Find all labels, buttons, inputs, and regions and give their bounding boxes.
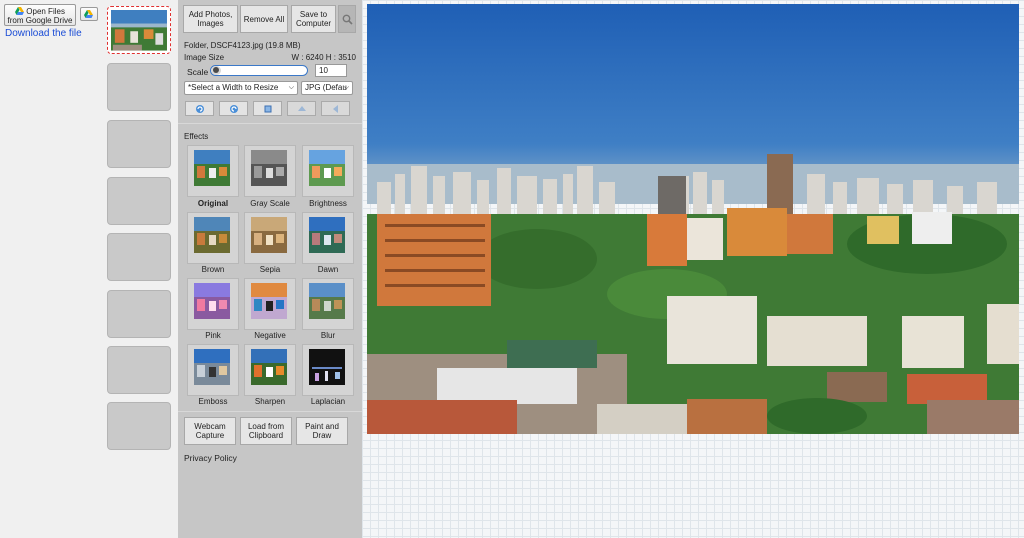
file-info: Folder, DSCF4123.jpg (19.8 MB) [184,41,301,50]
effect-pink[interactable] [187,278,239,330]
effect-label-pink: Pink [205,331,221,340]
effect-brightness[interactable] [302,145,354,197]
image-size-label: Image Size [184,53,225,62]
effect-preview-laplacian [309,349,345,385]
chevron-down-icon: ⌵ [288,84,294,91]
save-to-computer-button[interactable]: Save to Computer [291,5,336,33]
effect-label-brown: Brown [201,265,225,274]
privacy-policy-link[interactable]: Privacy Policy [184,453,237,463]
effects-title: Effects [184,132,209,141]
thumbnail-list [104,0,178,538]
flip-vertical-button[interactable] [287,101,316,116]
effect-brown[interactable] [187,212,239,264]
rotate-left-icon [229,104,238,113]
effect-label-original: Original [197,199,229,208]
crop-icon [264,105,271,112]
effect-emboss[interactable] [187,344,239,396]
image-canvas[interactable] [362,0,1024,538]
scale-label: Scale [187,67,209,77]
rotate-right-button[interactable] [185,101,214,116]
effect-blur[interactable] [302,278,354,330]
flip-horizontal-button[interactable] [321,101,350,116]
effect-label-negative: Negative [254,331,286,340]
effect-preview-sharpen [251,349,287,385]
chevron-down-icon: ⌵ [343,84,349,91]
effect-preview-sepia [251,217,287,253]
effect-label-emboss: Emboss [198,397,228,406]
load-from-clipboard-button[interactable]: Load from Clipboard [240,417,292,445]
thumbnail-slot-active[interactable] [107,6,171,54]
effect-preview-gray-scale [251,150,287,186]
flip-vertical-icon [297,105,306,111]
divider [178,411,362,412]
effect-preview-blur [309,283,345,319]
effect-preview-brightness [309,150,345,186]
download-file-link[interactable]: Download the file [5,28,82,39]
effect-preview-pink [194,283,230,319]
scale-slider[interactable] [210,65,308,76]
effect-label-brightness: Brightness [309,199,347,208]
effect-sepia[interactable] [244,212,296,264]
add-photos-button[interactable]: Add Photos, Images [183,5,238,33]
rotate-left-button[interactable] [219,101,248,116]
paint-and-draw-button[interactable]: Paint and Draw [296,417,348,445]
width-resize-select-value: *Select a Width to Resize [188,83,279,92]
effect-preview-original [194,150,230,186]
thumbnail-slot-empty[interactable] [107,290,171,338]
effect-label-blur: Blur [320,331,336,340]
scale-slider-knob[interactable] [213,67,219,73]
effect-label-sepia: Sepia [259,265,281,274]
effect-preview-negative [251,283,287,319]
flip-horizontal-icon [332,104,338,113]
city-photo [367,4,1019,434]
effect-label-gray-scale: Gray Scale [250,199,290,208]
effect-preview-dawn [309,217,345,253]
width-resize-select[interactable]: *Select a Width to Resize ⌵ [184,81,298,95]
google-drive-icon [15,7,25,15]
rotate-right-icon [195,104,204,113]
effect-laplacian[interactable] [302,344,354,396]
effect-label-sharpen: Sharpen [254,397,286,406]
search-button[interactable] [338,5,356,33]
google-drive-save-button[interactable] [80,7,98,21]
control-panel: Add Photos, Images Remove All Save to Co… [178,0,362,538]
effect-preview-emboss [194,349,230,385]
thumbnail-slot-empty[interactable] [107,177,171,225]
divider [178,123,362,124]
effect-gray-scale[interactable] [244,145,296,197]
left-column: Open Files from Google Drive Download th… [0,0,104,538]
google-drive-icon [84,10,93,18]
effect-label-laplacian: Laplacian [310,397,346,406]
open-files-label-1: Open Files [26,7,65,16]
magnifier-icon [342,14,353,25]
format-select-value: JPG (Defau [305,83,347,92]
effect-negative[interactable] [244,278,296,330]
scale-input[interactable]: 10 [315,64,347,77]
thumbnail-slot-empty[interactable] [107,120,171,168]
open-google-drive-button[interactable]: Open Files from Google Drive [4,4,76,26]
webcam-capture-button[interactable]: Webcam Capture [184,417,236,445]
effect-original[interactable] [187,145,239,197]
thumbnail-slot-empty[interactable] [107,63,171,111]
effect-label-dawn: Dawn [317,265,339,274]
crop-button[interactable] [253,101,282,116]
thumbnail-slot-empty[interactable] [107,233,171,281]
remove-all-button[interactable]: Remove All [240,5,288,33]
format-select[interactable]: JPG (Defau ⌵ [301,81,353,95]
open-files-label-2: from Google Drive [7,16,73,25]
effect-preview-brown [194,217,230,253]
effect-sharpen[interactable] [244,344,296,396]
image-size-value: W : 6240 H : 3510 [291,53,356,62]
thumbnail-slot-empty[interactable] [107,402,171,450]
city-thumbnail-image [111,10,167,51]
thumbnail-slot-empty[interactable] [107,346,171,394]
effect-dawn[interactable] [302,212,354,264]
